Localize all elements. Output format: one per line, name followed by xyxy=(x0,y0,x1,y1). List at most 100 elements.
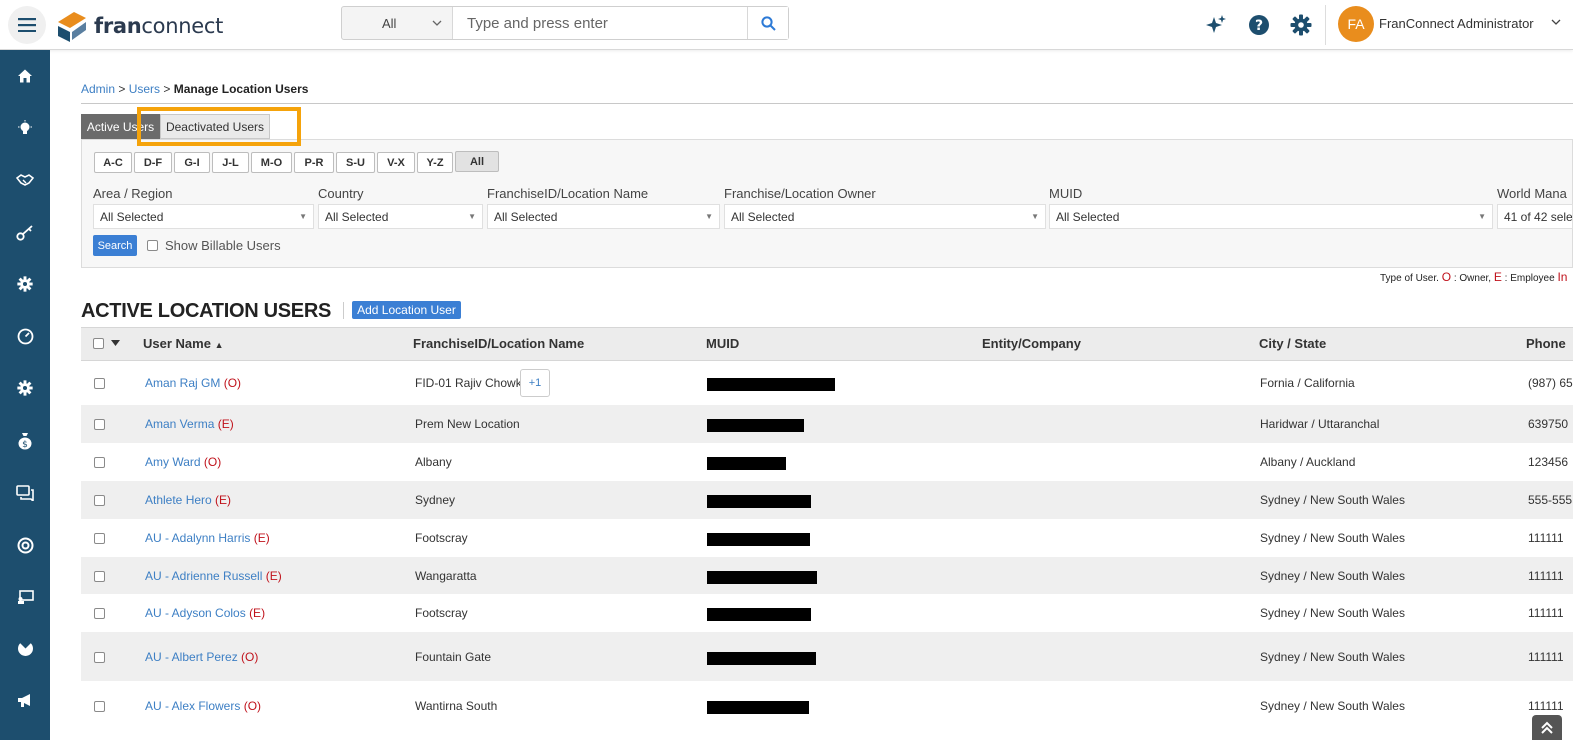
user-name-link[interactable]: AU - Adyson Colos xyxy=(145,606,246,620)
row-checkbox[interactable] xyxy=(94,457,105,468)
user-name-link[interactable]: Amy Ward xyxy=(145,455,201,469)
column-entity[interactable]: Entity/Company xyxy=(982,336,1081,351)
lifebuoy-icon[interactable] xyxy=(0,533,50,557)
user-name-link[interactable]: AU - Alex Flowers xyxy=(145,699,240,713)
search-button[interactable] xyxy=(747,7,788,39)
handshake-icon[interactable] xyxy=(0,168,50,192)
show-billable-users[interactable]: Show Billable Users xyxy=(147,238,281,253)
user-name-link[interactable]: AU - Adalynn Harris xyxy=(145,531,250,545)
table-row: AU - Adalynn Harris (E) Footscray Sydney /… xyxy=(81,519,1573,557)
alpha-filter-m-o[interactable]: M-O xyxy=(251,152,292,173)
location-cell: Albany xyxy=(415,455,452,469)
select-all-checkbox[interactable] xyxy=(93,338,104,349)
gear-icon[interactable] xyxy=(1289,13,1313,37)
muid-redacted xyxy=(707,419,804,432)
breadcrumb-admin[interactable]: Admin xyxy=(81,82,115,96)
training-icon[interactable] xyxy=(0,585,50,609)
user-type: (O) xyxy=(203,455,222,469)
row-checkbox[interactable] xyxy=(94,571,105,582)
key-icon[interactable] xyxy=(0,221,50,245)
row-checkbox[interactable] xyxy=(94,701,105,712)
avatar[interactable]: FA xyxy=(1338,6,1374,42)
money-bag-icon[interactable]: $ xyxy=(0,429,50,453)
row-checkbox[interactable] xyxy=(94,378,105,389)
alpha-filter-all[interactable]: All xyxy=(455,151,499,172)
sparkle-icon[interactable] xyxy=(1204,13,1228,37)
billable-checkbox[interactable] xyxy=(147,240,158,251)
row-checkbox[interactable] xyxy=(94,495,105,506)
table-row: AU - Adyson Colos (E) Footscray Sydney / N… xyxy=(81,594,1573,632)
chevron-down-icon xyxy=(432,20,442,26)
search-input[interactable] xyxy=(453,7,747,39)
location-cell: Wantirna South xyxy=(415,699,498,713)
filter-select-area-region[interactable]: All Selected ▼ xyxy=(93,204,314,229)
column-city-state[interactable]: City / State xyxy=(1259,336,1326,351)
alpha-filter-d-f[interactable]: D-F xyxy=(134,152,172,173)
search-button[interactable]: Search xyxy=(93,235,137,256)
city-state-cell: Sydney / New South Wales xyxy=(1260,699,1405,713)
user-name-cell: Aman Raj GM (O) xyxy=(145,376,241,390)
user-name[interactable]: FranConnect Administrator xyxy=(1379,16,1534,31)
filter-label-area-region: Area / Region xyxy=(93,186,173,201)
tab-deactivated-users[interactable]: Deactivated Users xyxy=(160,114,270,139)
user-type: (O) xyxy=(223,376,242,390)
filter-label-owner: Franchise/Location Owner xyxy=(724,186,876,201)
user-name-link[interactable]: AU - Adrienne Russell xyxy=(145,569,262,583)
alpha-filter-g-i[interactable]: G-I xyxy=(174,152,210,173)
hamburger-icon[interactable] xyxy=(8,6,46,44)
alpha-filter-j-l[interactable]: J-L xyxy=(212,152,249,173)
add-location-user-button[interactable]: Add Location User xyxy=(352,301,461,319)
filter-select-country[interactable]: All Selected ▼ xyxy=(318,204,483,229)
user-type-legend: Type of User. O : Owner, E : Employee In xyxy=(1380,270,1567,284)
chat-icon[interactable] xyxy=(0,481,50,505)
row-checkbox[interactable] xyxy=(94,652,105,663)
user-name-link[interactable]: Aman Verma xyxy=(145,417,214,431)
user-name-link[interactable]: Athlete Hero xyxy=(145,493,212,507)
gauge-icon[interactable] xyxy=(0,324,50,348)
gear-icon[interactable] xyxy=(0,272,50,296)
home-icon[interactable] xyxy=(0,64,50,88)
help-icon[interactable]: ? xyxy=(1247,13,1271,37)
search-scope-select[interactable]: All xyxy=(342,7,453,39)
filter-select-location[interactable]: All Selected ▼ xyxy=(487,204,720,229)
alpha-filter-p-r[interactable]: P-R xyxy=(294,152,334,173)
caret-down-icon[interactable] xyxy=(111,340,120,346)
more-locations-button[interactable]: +1 xyxy=(520,369,550,397)
row-checkbox[interactable] xyxy=(94,533,105,544)
alpha-filter-a-c[interactable]: A-C xyxy=(94,152,132,173)
location-cell: Fountain Gate xyxy=(415,650,492,664)
table-header xyxy=(81,327,1573,361)
row-checkbox[interactable] xyxy=(94,608,105,619)
pie-icon[interactable] xyxy=(0,636,50,660)
row-checkbox[interactable] xyxy=(94,419,105,430)
alpha-filter-y-z[interactable]: Y-Z xyxy=(417,152,453,173)
location-cell: Wangaratta xyxy=(415,569,477,583)
gear-icon[interactable] xyxy=(0,376,50,400)
alpha-filter-s-u[interactable]: S-U xyxy=(336,152,375,173)
user-name-link[interactable]: Aman Raj GM xyxy=(145,376,220,390)
column-phone[interactable]: Phone xyxy=(1526,336,1566,351)
filter-select-owner[interactable]: All Selected ▼ xyxy=(724,204,1046,229)
megaphone-icon[interactable] xyxy=(0,688,50,712)
breadcrumb-separator: > xyxy=(160,82,174,96)
filter-select-world-manager[interactable]: 41 of 42 sele xyxy=(1497,204,1573,229)
lightbulb-icon[interactable] xyxy=(0,116,50,140)
scroll-to-top-button[interactable] xyxy=(1532,715,1562,740)
column-location[interactable]: FranchiseID/Location Name xyxy=(413,336,584,351)
tab-active-users[interactable]: Active Users xyxy=(81,114,160,139)
alpha-filter-v-x[interactable]: V-X xyxy=(377,152,415,173)
chevron-down-icon[interactable] xyxy=(1551,19,1561,25)
user-name-cell: Aman Verma (E) xyxy=(145,417,234,431)
franconnect-logo[interactable]: franconnect xyxy=(54,8,223,44)
user-name-link[interactable]: AU - Albert Perez xyxy=(145,650,238,664)
filter-select-muid[interactable]: All Selected ▼ xyxy=(1049,204,1493,229)
city-state-cell: Sydney / New South Wales xyxy=(1260,493,1405,507)
filter-label-location: FranchiseID/Location Name xyxy=(487,186,649,201)
breadcrumb-users[interactable]: Users xyxy=(129,82,160,96)
sidebar: $ xyxy=(0,50,50,740)
column-user-name[interactable]: User Name ▲ xyxy=(143,336,223,351)
column-muid[interactable]: MUID xyxy=(706,336,739,351)
legend-owner-code: O xyxy=(1441,270,1452,284)
user-type: (E) xyxy=(215,493,232,507)
legend-employee-code: E xyxy=(1493,270,1502,284)
